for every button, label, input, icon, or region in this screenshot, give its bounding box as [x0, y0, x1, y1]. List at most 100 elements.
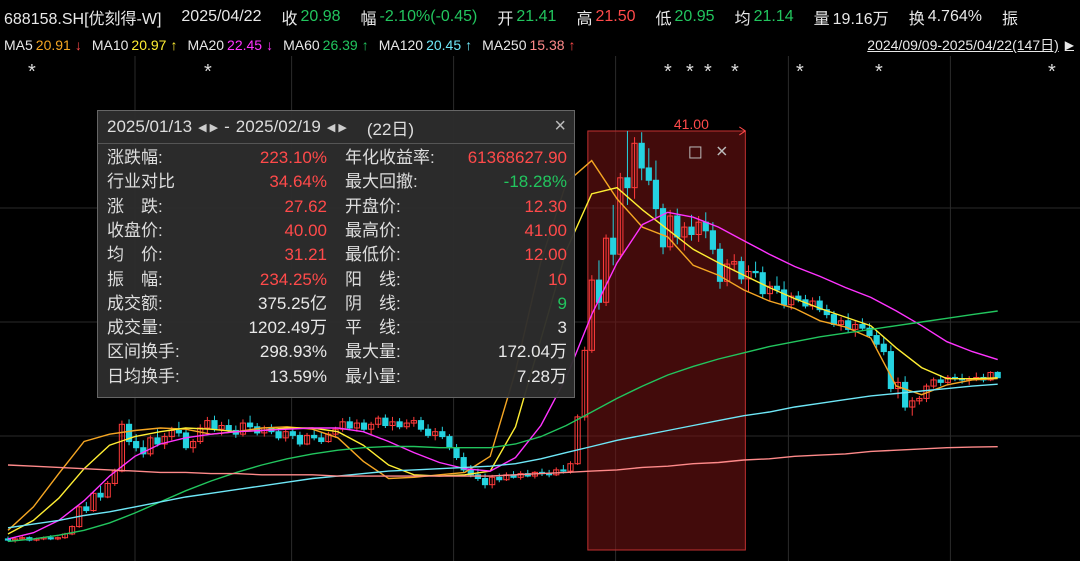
stat-row: 最大回撤: -18.28% [345, 171, 567, 193]
range-high-label: 41.00 [674, 116, 709, 132]
ma-name: MA20 [187, 37, 225, 53]
range-days: (22日) [366, 119, 415, 139]
ma-name: MA60 [283, 37, 320, 53]
arrow-down-icon: ↓ [74, 37, 82, 53]
avg-label: 均 [734, 11, 751, 28]
candle-body [624, 177, 631, 189]
ma-legend-item-ma250[interactable]: MA250 15.38 ↑ [482, 37, 575, 53]
candle-body [225, 425, 232, 431]
candle-body [859, 323, 866, 329]
ma-value: 15.38 [529, 37, 565, 53]
stat-value: 298.93% [259, 342, 327, 362]
stat-row: 涨 跌: 27.62 [107, 196, 327, 218]
stat-row: 年化收益率: 61368627.90 [345, 147, 567, 169]
ma-line-ma250 [7, 446, 998, 477]
avg-value: 21.14 [753, 8, 794, 25]
event-star-marker[interactable]: * [1048, 62, 1056, 82]
volume-label: 量 [813, 11, 830, 28]
ma-value: 20.91 [35, 37, 71, 53]
candle-body [424, 428, 432, 436]
candle-body [439, 431, 446, 438]
stat-label: 成交额: [107, 293, 163, 313]
candle-body [296, 434, 304, 445]
stat-row: 平 线: 3 [345, 317, 567, 339]
candle-body [937, 379, 944, 383]
candle-body [738, 261, 745, 280]
stat-value: 223.10% [259, 148, 327, 167]
stock-code[interactable]: 688158.SH[优刻得-W] [4, 5, 161, 29]
quote-date: 2025/04/22 [181, 8, 262, 25]
stat-row: 最大量: 172.04万 [345, 341, 567, 363]
stat-value: -18.28% [503, 172, 567, 192]
ma-line-ma120 [7, 383, 998, 529]
stat-row: 阳 线: 10 [345, 269, 567, 291]
event-star-marker[interactable]: * [686, 62, 694, 82]
range-end-date[interactable]: 2025/02/19 [236, 117, 321, 137]
candle-body [254, 426, 261, 434]
candle-body [638, 142, 645, 169]
event-star-marker[interactable]: * [28, 62, 36, 82]
candle-body [496, 476, 503, 481]
candle-body [318, 437, 325, 443]
stat-label: 振 幅: [107, 269, 163, 289]
stat-label: 阴 线: [345, 293, 401, 313]
stat-label: 均 价: [107, 245, 163, 265]
end-nav-arrows-icon[interactable]: ◀ ▶ [327, 121, 347, 134]
arrow-down-icon: ↓ [266, 37, 274, 53]
stat-label: 平 线: [345, 318, 401, 338]
stat-label: 成交量: [107, 318, 163, 338]
close-icon[interactable]: × [554, 116, 566, 136]
stat-label: 阳 线: [345, 269, 401, 289]
ma-value: 22.45 [227, 37, 263, 53]
event-star-marker[interactable]: * [704, 62, 712, 82]
ma-value: 20.45 [426, 37, 462, 53]
range-start-date[interactable]: 2025/01/13 [107, 117, 192, 137]
candle-body [133, 441, 140, 449]
candle-body [652, 179, 660, 210]
turnover-label: 换 [908, 11, 925, 28]
stat-value: 40.00 [284, 220, 327, 240]
range-dash: - [224, 117, 230, 136]
chevron-right-icon: ▶ [1064, 38, 1074, 52]
stat-row: 均 价: 31.21 [107, 244, 327, 266]
candle-body [610, 237, 617, 255]
stat-value: 375.25亿 [258, 293, 327, 313]
stat-label: 最高价: [345, 220, 401, 240]
volume-value: 19.16万 [832, 11, 889, 28]
stat-label: 最大量: [345, 342, 401, 362]
ma-value: 26.39 [322, 37, 358, 53]
stat-value: 172.04万 [498, 342, 567, 362]
stat-label: 开盘价: [345, 196, 401, 216]
ma-name: MA5 [4, 37, 33, 53]
candle-body [880, 343, 887, 353]
event-star-marker[interactable]: * [875, 62, 883, 82]
ma-legend-item-ma20[interactable]: MA20 22.45 ↓ [187, 37, 273, 53]
candle-body [311, 434, 318, 439]
high-label: 高 [576, 11, 593, 28]
arrow-up-icon: ↑ [568, 37, 576, 53]
stat-value: 3 [557, 318, 567, 338]
event-star-marker[interactable]: * [796, 62, 804, 82]
candle-body [417, 420, 425, 430]
ma-legend-item-ma5[interactable]: MA5 20.91 ↓ [4, 37, 82, 53]
stat-label: 涨 跌: [107, 196, 163, 216]
ma-legend-item-ma60[interactable]: MA60 26.39 ↑ [283, 37, 369, 53]
date-range-selector[interactable]: 2024/09/09-2025/04/22(147日) ▶ [861, 34, 1080, 56]
stat-value: 13.59% [269, 366, 327, 386]
event-star-marker[interactable]: * [664, 62, 672, 82]
event-star-marker[interactable]: * [731, 62, 739, 82]
candle-body [453, 447, 460, 459]
event-star-marker[interactable]: * [204, 62, 212, 82]
ma-legend-item-ma10[interactable]: MA10 20.97 ↑ [92, 37, 178, 53]
stat-row: 日均换手: 13.59% [107, 366, 327, 388]
stat-value: 7.28万 [516, 366, 567, 386]
stat-label: 区间换手: [107, 342, 180, 362]
ma-name: MA250 [482, 37, 527, 53]
stat-label: 最低价: [345, 245, 401, 265]
ma-legend-item-ma120[interactable]: MA120 20.45 ↑ [379, 37, 472, 53]
amplitude-label: 振 [1001, 11, 1018, 28]
start-nav-arrows-icon[interactable]: ◀ ▶ [198, 121, 218, 134]
candle-body [289, 431, 296, 436]
stat-value: 41.00 [524, 220, 567, 240]
stat-value: 12.00 [524, 245, 567, 265]
